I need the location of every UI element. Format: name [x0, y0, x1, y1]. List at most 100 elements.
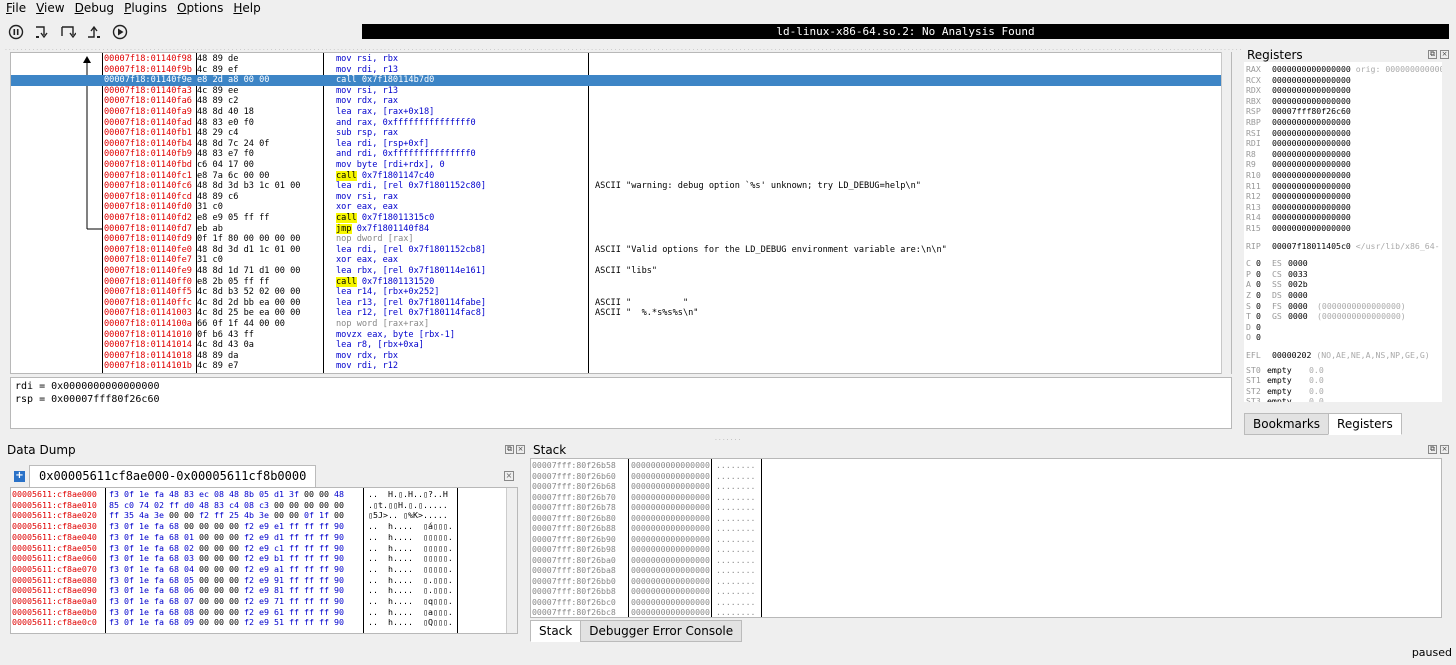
- disasm-row[interactable]: 00007f18:0114100a 66 0f 1f 44 00 00 nop wo…: [11, 319, 1221, 330]
- flag-row[interactable]: Z 0 DS 0000: [1246, 290, 1317, 301]
- disasm-row[interactable]: 00007f18:01140fa3 4c 89 ee mov rsi, r13: [11, 86, 1221, 97]
- disasm-row[interactable]: 00007f18:01141014 4c 8d 43 0a lea r8, [rbx…: [11, 340, 1221, 351]
- flag-row[interactable]: T 0 GS 0000 (0000000000000000): [1246, 311, 1406, 322]
- register-row-rax[interactable]: RAX 0000000000000000 orig: 0000000000000: [1246, 64, 1442, 75]
- disasm-row[interactable]: 00007f18:01140fb1 48 29 c4 sub rsp, rax: [11, 128, 1221, 139]
- add-tab-icon[interactable]: +: [14, 471, 25, 482]
- close-icon[interactable]: ×: [1440, 50, 1449, 59]
- disasm-row[interactable]: 00007f18:01140fd7 eb ab jmp 0x7f1801140f84: [11, 223, 1221, 235]
- registers-panel[interactable]: RAX 0000000000000000 orig: 0000000000000…: [1244, 62, 1442, 402]
- register-row-rsp[interactable]: RSP 00007fff80f26c60: [1246, 106, 1351, 117]
- register-row-rbx[interactable]: RBX 0000000000000000: [1246, 96, 1351, 107]
- splitter-handle[interactable]: ........................................…: [5, 46, 1243, 51]
- flag-row[interactable]: D0: [1246, 322, 1317, 333]
- tab-stack[interactable]: Stack: [530, 620, 582, 642]
- disasm-row[interactable]: 00007f18:01141003 4c 8d 25 be ea 00 00 lea…: [11, 308, 1221, 319]
- disasm-row[interactable]: 00007f18:01140fb9 48 83 e7 f0 and rdi, 0xf…: [11, 149, 1221, 160]
- stack-value: 0000000000000000: [631, 596, 710, 607]
- disasm-row[interactable]: 00007f18:0114101b 4c 89 e7 mov rdi, r12: [11, 361, 1221, 372]
- stack-scrollbar[interactable]: [1442, 458, 1451, 618]
- register-row-rsi[interactable]: RSI 0000000000000000: [1246, 128, 1351, 139]
- disasm-row[interactable]: 00007f18:01140f9b 4c 89 ef mov rdi, r13: [11, 65, 1221, 76]
- disasm-row[interactable]: 00007f18:01140f98 48 89 de mov rsi, rbx: [11, 54, 1221, 65]
- register-row-r9[interactable]: R9 0000000000000000: [1246, 159, 1351, 170]
- disasm-row[interactable]: 00007f18:01140fbd c6 04 17 00 mov byte [rd…: [11, 160, 1221, 171]
- disasm-row[interactable]: 00007f18:01140fe0 48 8d 3d d1 1c 01 00 lea…: [11, 245, 1221, 256]
- close-icon[interactable]: ×: [1440, 445, 1449, 454]
- disasm-row[interactable]: 00007f18:01140fa6 48 89 c2 mov rdx, rax: [11, 96, 1221, 107]
- step-over-icon[interactable]: [58, 22, 78, 42]
- menu-item-file[interactable]: File: [6, 1, 26, 15]
- disasm-row[interactable]: 00007f18:01140fd9 0f 1f 80 00 00 00 00 nop…: [11, 234, 1221, 245]
- splitter-handle[interactable]: .......: [715, 435, 742, 442]
- menu-item-plugins[interactable]: Plugins: [124, 1, 167, 15]
- disasm-row[interactable]: 00007f18:01140fa9 48 8d 40 18 lea rax, [ra…: [11, 107, 1221, 118]
- step-out-icon[interactable]: [84, 22, 104, 42]
- float-icon[interactable]: ⧉: [1428, 445, 1437, 454]
- register-row-r11[interactable]: R11 0000000000000000: [1246, 181, 1351, 192]
- flag-row[interactable]: O0: [1246, 332, 1317, 343]
- register-row-r8[interactable]: R8 0000000000000000: [1246, 149, 1351, 160]
- tab-registers[interactable]: Registers: [1328, 413, 1402, 435]
- register-row-rcx[interactable]: RCX 0000000000000000: [1246, 75, 1351, 86]
- disasm-row[interactable]: 00007f18:01140fd2 e8 e9 05 ff ff call 0x7f…: [11, 213, 1221, 224]
- close-tab-icon[interactable]: ×: [504, 471, 514, 481]
- disasm-row[interactable]: 00007f18:01140fcd 48 89 c6 mov rsi, rax: [11, 192, 1221, 203]
- register-row-r13[interactable]: R13 0000000000000000: [1246, 202, 1351, 213]
- fpu-register-row[interactable]: ST2 empty 0.0: [1246, 386, 1324, 397]
- tab-bookmarks[interactable]: Bookmarks: [1244, 413, 1330, 435]
- flag-row[interactable]: C 0 ES 0000: [1246, 258, 1317, 269]
- flag-row[interactable]: S 0 FS 0000 (0000000000000000): [1246, 301, 1406, 312]
- disasm-row[interactable]: 00007f18:01140fad 48 83 e0 f0 and rax, 0xf…: [11, 118, 1221, 129]
- disasm-row[interactable]: 00007f18:01140ff0 e8 2b 05 ff ff call 0x7f…: [11, 276, 1221, 288]
- register-row-rdx[interactable]: RDX 0000000000000000: [1246, 85, 1351, 96]
- register-row-rdi[interactable]: RDI 0000000000000000: [1246, 138, 1351, 149]
- step-into-icon[interactable]: [32, 22, 52, 42]
- disasm-row[interactable]: 00007f18:01141018 48 89 da mov rdx, rbx: [11, 351, 1221, 362]
- register-row-r14[interactable]: R14 0000000000000000: [1246, 212, 1351, 223]
- register-row-rip[interactable]: RIP 00007f18011405c0 </usr/lib/x86_64-: [1246, 241, 1440, 252]
- close-icon[interactable]: ×: [516, 445, 525, 454]
- register-row-r15[interactable]: R15 0000000000000000: [1246, 223, 1351, 234]
- register-row-r12[interactable]: R12 0000000000000000: [1246, 191, 1351, 202]
- disasm-row[interactable]: 00007f18:01140fc1 e8 7a 6c 00 00 call 0x7f…: [11, 170, 1221, 182]
- registers-scrollbar[interactable]: [1442, 62, 1451, 402]
- flag-row[interactable]: P 0 CS 0033: [1246, 269, 1317, 280]
- disassembly-view[interactable]: 00007f18:01140f98 48 89 de mov rsi, rbx 000…: [10, 52, 1232, 374]
- registers-hscrollbar[interactable]: [1244, 402, 1451, 411]
- hex-byte: ff: [289, 553, 304, 564]
- disasm-row[interactable]: 00007f18:01140f9e e8 2d a8 00 00 call 0x7f…: [11, 75, 1221, 86]
- hex-byte: 3f: [289, 489, 304, 499]
- menu-item-options[interactable]: Options: [177, 1, 223, 15]
- disasm-row[interactable]: 00007f18:01140ffc 4c 8d 2d bb ea 00 00 lea…: [11, 298, 1221, 309]
- disasm-row[interactable]: 00007f18:01140fe9 48 8d 1d 71 d1 00 00 lea…: [11, 266, 1221, 277]
- menu-item-help[interactable]: Help: [233, 1, 260, 15]
- fpu-register-row[interactable]: ST0 empty 0.0: [1246, 365, 1324, 376]
- hex-dump-view[interactable]: 00005611:cf8ae000 f3 0f 1e fa 48 83 ec 08…: [10, 487, 518, 634]
- hex-byte: ff: [289, 521, 304, 532]
- tab-memory-region[interactable]: 0x00005611cf8ae000-0x00005611cf8b0000: [29, 465, 317, 487]
- menu-item-debug[interactable]: Debug: [75, 1, 114, 15]
- data-dump-scrollbar[interactable]: [506, 488, 517, 633]
- hex-address: 00005611:cf8ae060: [12, 553, 97, 564]
- stack-view[interactable]: 00007fff:80f26b58 0000000000000000.......…: [530, 458, 1442, 618]
- pause-icon[interactable]: [6, 22, 26, 42]
- disasm-row[interactable]: 00007f18:01140fb4 48 8d 7c 24 0f lea rdi, …: [11, 139, 1221, 150]
- disasm-row[interactable]: 00007f18:01140ff5 4c 8d b3 52 02 00 00 lea…: [11, 287, 1221, 298]
- disasm-row[interactable]: 00007f18:01140fe7 31 c0 xor eax, eax: [11, 255, 1221, 266]
- hex-byte: c3: [259, 499, 274, 510]
- disassembly-scrollbar[interactable]: [1221, 52, 1231, 374]
- tab-debugger-error-console[interactable]: Debugger Error Console: [580, 620, 743, 642]
- run-icon[interactable]: [110, 22, 130, 42]
- float-icon[interactable]: ⧉: [505, 445, 514, 454]
- fpu-register-row[interactable]: ST1 empty 0.0: [1246, 375, 1324, 386]
- float-icon[interactable]: ⧉: [1428, 50, 1437, 59]
- disasm-row[interactable]: 00007f18:01140fc6 48 8d 3d b3 1c 01 00 lea…: [11, 181, 1221, 192]
- register-row-r10[interactable]: R10 0000000000000000: [1246, 170, 1351, 181]
- register-row-rbp[interactable]: RBP 0000000000000000: [1246, 117, 1351, 128]
- register-row-efl[interactable]: EFL 00000202 (NO,AE,NE,A,NS,NP,GE,G): [1246, 350, 1430, 361]
- disasm-row[interactable]: 00007f18:01140fd0 31 c0 xor eax, eax: [11, 202, 1221, 213]
- menu-item-view[interactable]: View: [36, 1, 64, 15]
- flag-row[interactable]: A 0 SS 002b: [1246, 279, 1317, 290]
- disasm-row[interactable]: 00007f18:01141010 0f b6 43 ff movzx eax, b…: [11, 330, 1221, 341]
